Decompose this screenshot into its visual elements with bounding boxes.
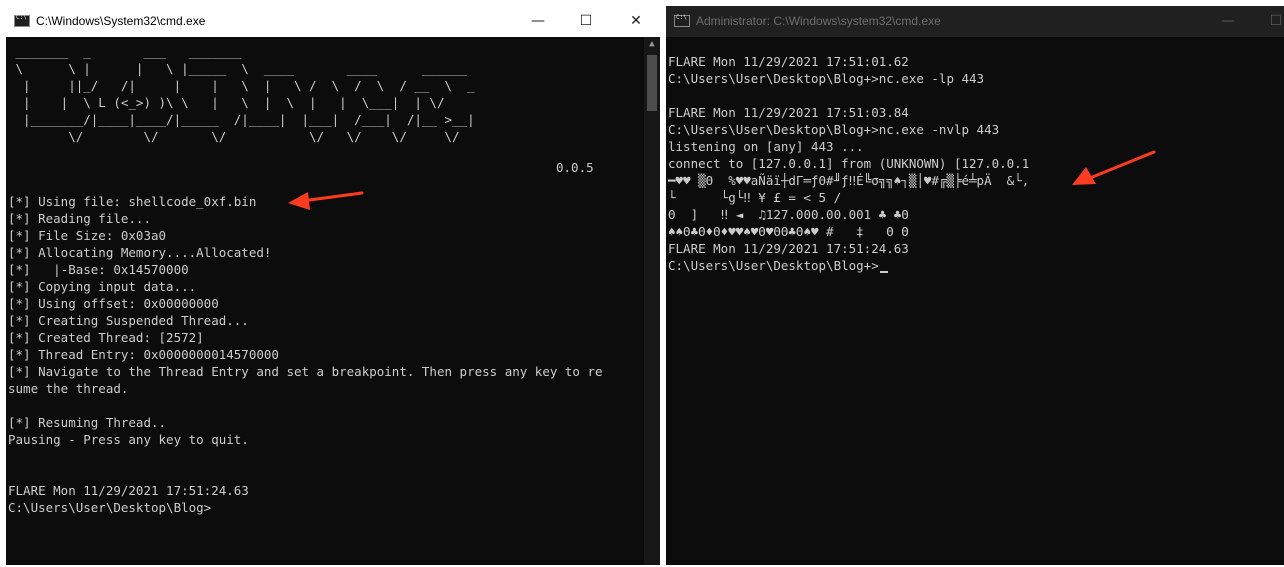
right-maximize-button[interactable]: ☐ [1264, 10, 1284, 32]
ascii-banner-line: _______ _ ___ _______ [8, 44, 242, 59]
console-line: [*] Thread Entry: 0x0000000014570000 [8, 347, 279, 362]
right-minimize-button[interactable]: — [1216, 10, 1240, 32]
console-line: C:\Users\User\Desktop\Blog+>nc.exe -nvlp… [668, 122, 1000, 137]
left-title-bar[interactable]: C:\Windows\System32\cmd.exe — ☐ ✕ [6, 6, 660, 37]
left-scrollbar[interactable]: ▲ [644, 37, 660, 565]
right-title-bar[interactable]: Administrator: C:\Windows\system32\cmd.e… [666, 6, 1284, 37]
console-line: FLARE Mon 11/29/2021 17:51:01.62 [668, 54, 909, 69]
console-line: ━♥♥ ▒Θ %♥♥aÑäï┼dΓ═ƒΘ#╜ƒ‼É╚σ╗╗♠┐▒│♥#╔▒╞é╧… [668, 173, 1030, 188]
cmd-app-icon [674, 14, 690, 27]
cmd-app-icon [14, 14, 30, 27]
console-line: C:\Users\User\Desktop\Blog+>nc.exe -lp 4… [668, 71, 985, 86]
console-line: [*] Resuming Thread.. [8, 415, 167, 430]
console-line: Θ ] ‼ ◄ ♫127.000.00.001 ♣ ♣Θ [668, 207, 909, 222]
console-line: FLARE Mon 11/29/2021 17:51:24.63 [8, 483, 249, 498]
console-line: connect to [127.0.0.1] from (UNKNOWN) [1… [668, 156, 1030, 171]
console-line: C:\Users\User\Desktop\Blog> [8, 500, 212, 515]
console-line: sume the thread. [8, 381, 129, 396]
left-window-title: C:\Windows\System32\cmd.exe [36, 14, 206, 28]
console-line: [*] Navigate to the Thread Entry and set… [8, 364, 603, 379]
ascii-banner-line: \/ \/ \/ \/ \/ \/ \/ [8, 129, 460, 144]
console-line: ♠♠Θ♣Θ♦Θ♦♥♥♠♥Θ♥ΘΘ♣Θ♠♥ # ‡ Θ Θ [668, 224, 909, 239]
console-line: [*] File Size: 0x03a0 [8, 228, 167, 243]
ascii-banner-line: \ \ | | \ |_____ \ ____ ____ ______ [8, 61, 468, 76]
scroll-up-arrow-icon[interactable]: ▲ [644, 39, 660, 49]
right-window-title: Administrator: C:\Windows\system32\cmd.e… [696, 14, 941, 28]
text-cursor [879, 271, 888, 273]
ascii-banner-line: | ||_/ /| | | \ | \ / \ / \ / __ \ _ [8, 78, 483, 93]
right-annotation-arrow-icon [1072, 150, 1156, 185]
version-label: 0.0.5 [556, 160, 594, 175]
console-line: [*] Using offset: 0x00000000 [8, 296, 219, 311]
left-close-button[interactable]: ✕ [624, 10, 648, 32]
left-console-window: C:\Windows\System32\cmd.exe — ☐ ✕ ______… [6, 6, 660, 565]
console-line: FLARE Mon 11/29/2021 17:51:24.63 [668, 241, 909, 256]
ascii-banner-line: | | \ L (<_>) )\ \ | \ | \ | | \___| | \… [8, 95, 453, 110]
console-line: C:\Users\User\Desktop\Blog+> [668, 257, 1029, 274]
console-line: FLARE Mon 11/29/2021 17:51:03.84 [668, 105, 909, 120]
left-maximize-button[interactable]: ☐ [574, 10, 598, 32]
left-annotation-arrow-icon [288, 191, 364, 210]
console-line: Pausing - Press any key to quit. [8, 432, 249, 447]
console-line: └ └g└‼ ¥ £ = < 5 / [668, 190, 842, 205]
console-line: listening on [any] 443 ... [668, 139, 864, 154]
scroll-thumb[interactable] [647, 55, 657, 111]
left-minimize-button[interactable]: — [526, 10, 550, 32]
console-line: [*] Creating Suspended Thread... [8, 313, 249, 328]
console-line: [*] Created Thread: [2572] [8, 330, 204, 345]
right-console-window: Administrator: C:\Windows\system32\cmd.e… [666, 6, 1284, 565]
console-line: [*] Copying input data... [8, 279, 197, 294]
console-line: [*] |-Base: 0x14570000 [8, 262, 189, 277]
console-line: [*] Allocating Memory....Allocated! [8, 245, 272, 260]
right-console-output[interactable]: FLARE Mon 11/29/2021 17:51:01.62 C:\Users… [668, 53, 1029, 274]
ascii-banner-line: |_______/|____|____/|_____ /|____| |___|… [8, 112, 475, 127]
left-console-output[interactable]: _______ _ ___ _______ \ \ | | \ |_____ \… [8, 43, 603, 516]
